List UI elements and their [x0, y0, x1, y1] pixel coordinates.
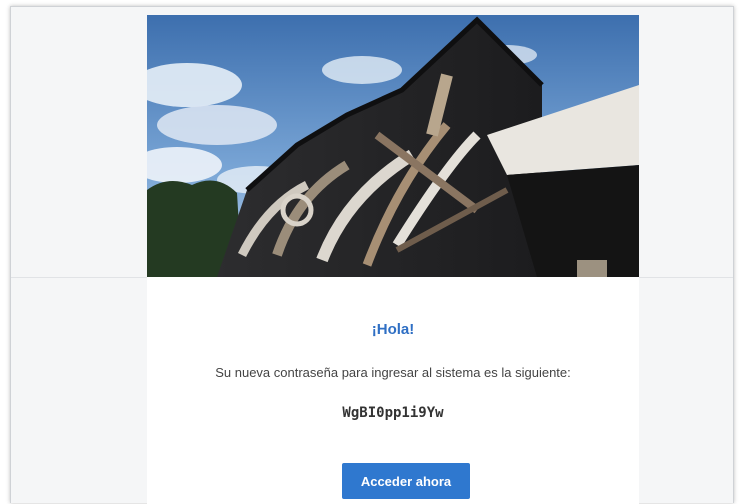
new-password-value: WgBI0pp1i9Yw [342, 405, 444, 421]
email-card: ¡Hola! Su nueva contraseña para ingresar… [147, 15, 639, 504]
password-message: Su nueva contraseña para ingresar al sis… [215, 365, 571, 380]
hero-image [147, 15, 639, 277]
greeting-heading: ¡Hola! [371, 321, 415, 338]
email-viewport: ¡Hola! Su nueva contraseña para ingresar… [10, 6, 734, 504]
access-now-button[interactable]: Acceder ahora [342, 463, 470, 499]
